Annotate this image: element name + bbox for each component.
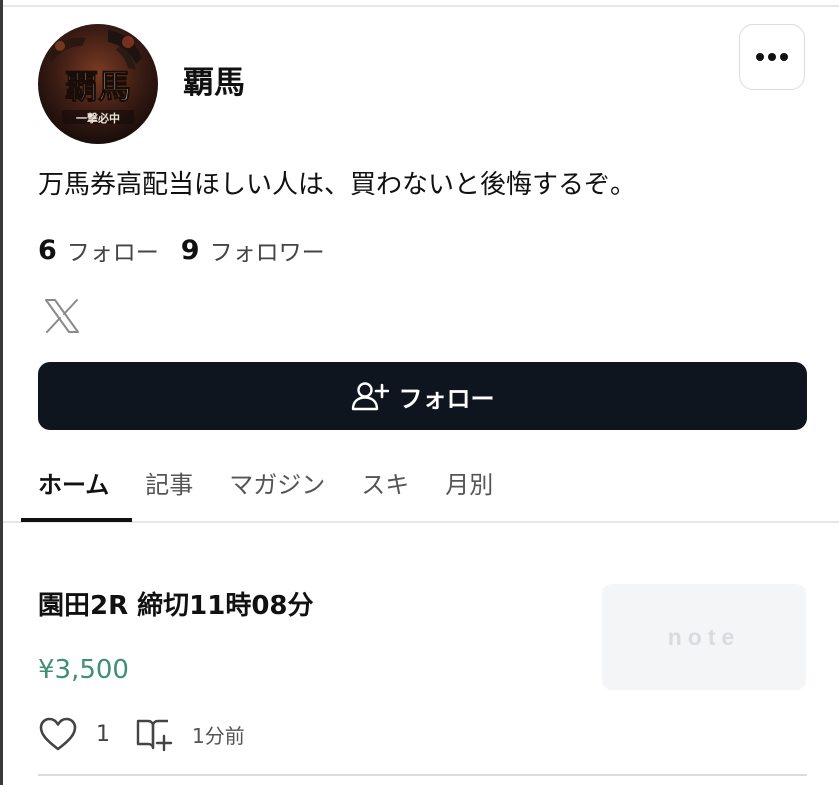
following-label: フォロー (66, 240, 159, 266)
active-tab-indicator (21, 518, 132, 522)
like-count: 1 (96, 721, 110, 747)
more-options-button[interactable] (739, 24, 805, 90)
profile-name: 覇馬 (183, 65, 245, 101)
tab-home[interactable]: ホーム (38, 462, 109, 508)
more-horizontal-icon (756, 53, 788, 61)
tab-monthly[interactable]: 月別 (445, 462, 493, 508)
tab-magazines[interactable]: マガジン (229, 462, 325, 508)
article-title[interactable]: 園田2R 締切11時08分 (38, 586, 314, 626)
x-profile-link[interactable] (42, 296, 82, 336)
article-divider (38, 774, 807, 776)
like-button[interactable] (38, 716, 78, 752)
profile-bio: 万馬券高配当ほしい人は、買わないと後悔するぞ。 (38, 170, 637, 200)
posted-time: 1分前 (192, 723, 245, 748)
heart-icon (39, 717, 77, 751)
add-to-magazine-icon (136, 719, 173, 752)
avatar-title: 覇馬 (65, 67, 131, 106)
followers-stat[interactable]: 9 フォロワー (181, 233, 325, 267)
profile-tabs: ホーム 記事 マガジン スキ 月別 (38, 462, 529, 508)
note-logo: note (667, 623, 741, 650)
x-logo-icon (45, 299, 79, 333)
article-thumbnail[interactable]: note (602, 584, 806, 690)
following-count: 6 (38, 234, 57, 266)
top-divider (3, 5, 839, 7)
avatar[interactable]: 覇馬 一撃必中 (38, 24, 158, 144)
add-to-magazine-button[interactable] (134, 716, 174, 752)
add-user-icon (351, 382, 389, 411)
tab-articles[interactable]: 記事 (145, 462, 193, 508)
avatar-subtitle: 一撃必中 (76, 111, 120, 125)
follow-button[interactable]: フォロー (38, 362, 807, 430)
follow-button-label: フォロー (398, 384, 495, 413)
following-stat[interactable]: 6 フォロー (38, 233, 159, 267)
followers-count: 9 (180, 234, 200, 266)
follow-stats: 6 フォロー 9 フォロワー (38, 230, 347, 270)
article-actions: 1 1分前 (38, 712, 245, 756)
creator-profile-page: 覇馬 一撃必中 覇馬 万馬券高配当ほしい人は、買わないと後悔するぞ。 6 フォロ… (0, 0, 839, 785)
tab-likes[interactable]: スキ (361, 462, 409, 508)
avatar-image: 覇馬 一撃必中 (38, 24, 158, 144)
followers-label: フォロワー (209, 240, 325, 266)
window-edge (0, 0, 3, 785)
article-price: ¥3,500 (38, 655, 129, 685)
